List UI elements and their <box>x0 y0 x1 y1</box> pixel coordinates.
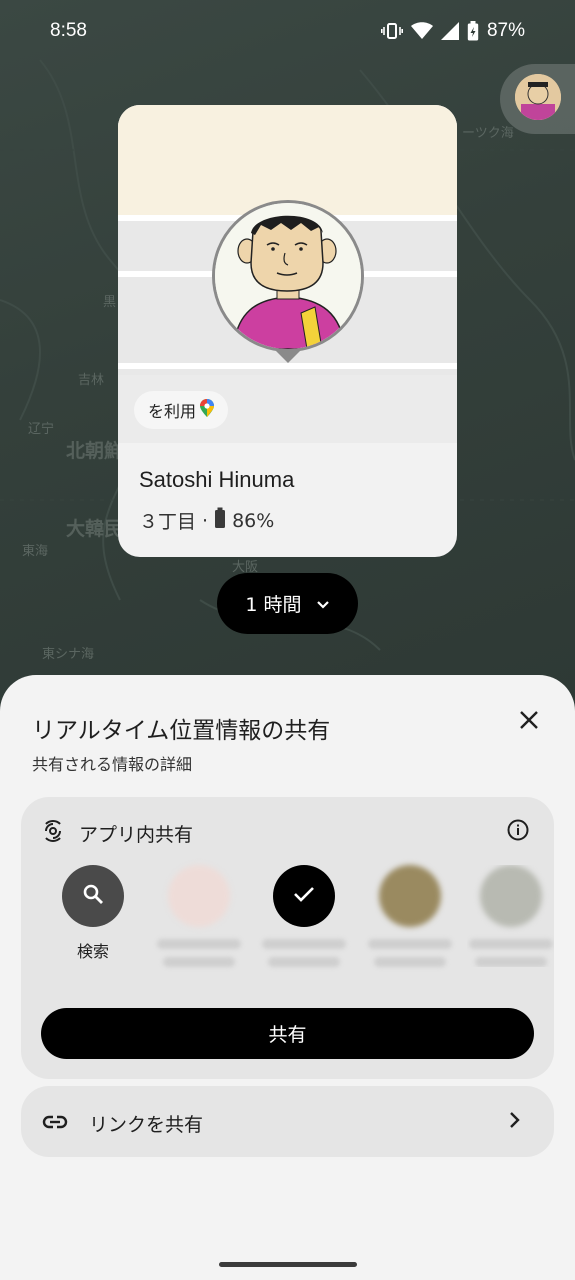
close-button[interactable] <box>512 705 546 739</box>
search-contacts-button[interactable]: 検索 <box>47 865 139 962</box>
search-icon <box>81 882 105 910</box>
contact-item[interactable] <box>153 865 245 967</box>
map-label: 東シナ海 <box>42 647 95 662</box>
contact-address: ３丁目 <box>139 511 197 533</box>
avatar <box>479 865 542 927</box>
in-app-share-header: アプリ内共有 <box>41 819 193 848</box>
contact-name: Satoshi Hinuma <box>139 467 295 492</box>
contact-item[interactable] <box>364 865 456 967</box>
duration-selector[interactable]: 1 時間 <box>217 573 358 634</box>
avatar <box>212 200 364 352</box>
map-label: 黒 <box>103 295 117 310</box>
battery-icon <box>214 507 226 534</box>
contact-details: ３丁目 · 86% <box>139 507 274 534</box>
avatar <box>515 74 561 120</box>
location-share-icon <box>41 819 65 848</box>
contact-name-redacted <box>368 939 452 949</box>
contact-detail-redacted <box>163 957 235 967</box>
sheet-subtitle: 共有される情報の詳細 <box>32 755 193 774</box>
share-location-sheet: リアルタイム位置情報の共有 共有される情報の詳細 アプリ内共有 検索 共有 リン… <box>0 675 575 1280</box>
map-pin-tail <box>274 349 302 363</box>
map-label: ーツク海 <box>462 126 514 141</box>
google-maps-chip[interactable]: を利用 <box>134 391 229 429</box>
contact-item-selected[interactable] <box>258 865 350 967</box>
status-icons: 87% <box>380 20 525 42</box>
info-icon <box>506 819 530 846</box>
link-icon <box>41 1108 69 1140</box>
status-time: 8:58 <box>50 20 87 41</box>
chevron-down-icon <box>316 593 330 615</box>
google-maps-pin-icon <box>200 399 215 421</box>
map-label: 東海 <box>22 544 49 559</box>
contact-name-redacted <box>157 939 241 949</box>
contact-detail-redacted <box>474 957 547 967</box>
close-icon <box>519 710 539 734</box>
signal-icon <box>440 22 459 40</box>
sheet-title: リアルタイム位置情報の共有 <box>32 718 331 744</box>
separator: · <box>202 509 209 532</box>
map-label: 大韓民 <box>66 518 124 540</box>
in-app-share-panel: アプリ内共有 検索 共有 <box>21 797 554 1079</box>
checkmark-icon <box>292 884 316 908</box>
wifi-icon <box>410 22 433 40</box>
contact-name-redacted <box>262 939 346 949</box>
location-preview-card[interactable]: を利用 Satoshi Hinuma ３丁目 · 86% <box>118 105 457 557</box>
map-label: 吉林 <box>78 373 105 388</box>
home-indicator[interactable] <box>219 1262 357 1267</box>
battery-percent: 87% <box>486 20 525 41</box>
contact-detail-redacted <box>268 957 340 967</box>
selected-circle <box>273 865 335 927</box>
status-bar: 8:58 87% <box>0 0 575 64</box>
share-link-label: リンクを共有 <box>89 1114 204 1136</box>
map-avatar-chip[interactable] <box>500 64 575 134</box>
chevron-right-icon <box>508 1110 522 1134</box>
search-circle <box>62 865 124 927</box>
google-maps-chip-label: を利用 <box>148 402 197 421</box>
avatar <box>379 865 441 927</box>
contact-item[interactable] <box>467 865 554 967</box>
contact-detail-redacted <box>374 957 446 967</box>
map-label: 北朝鮮 <box>66 440 124 462</box>
avatar <box>168 865 230 927</box>
battery-charging-icon <box>467 21 479 41</box>
share-button[interactable]: 共有 <box>41 1008 534 1059</box>
in-app-share-title: アプリ内共有 <box>79 824 194 846</box>
contact-name-redacted <box>468 939 553 949</box>
vibrate-icon <box>380 22 403 40</box>
map-label: 辽宁 <box>28 422 55 437</box>
info-button[interactable] <box>506 818 532 844</box>
share-link-row[interactable]: リンクを共有 <box>21 1086 554 1157</box>
duration-label: 1 時間 <box>245 594 302 616</box>
search-label: 検索 <box>76 942 109 961</box>
contact-battery: 86% <box>232 509 275 532</box>
